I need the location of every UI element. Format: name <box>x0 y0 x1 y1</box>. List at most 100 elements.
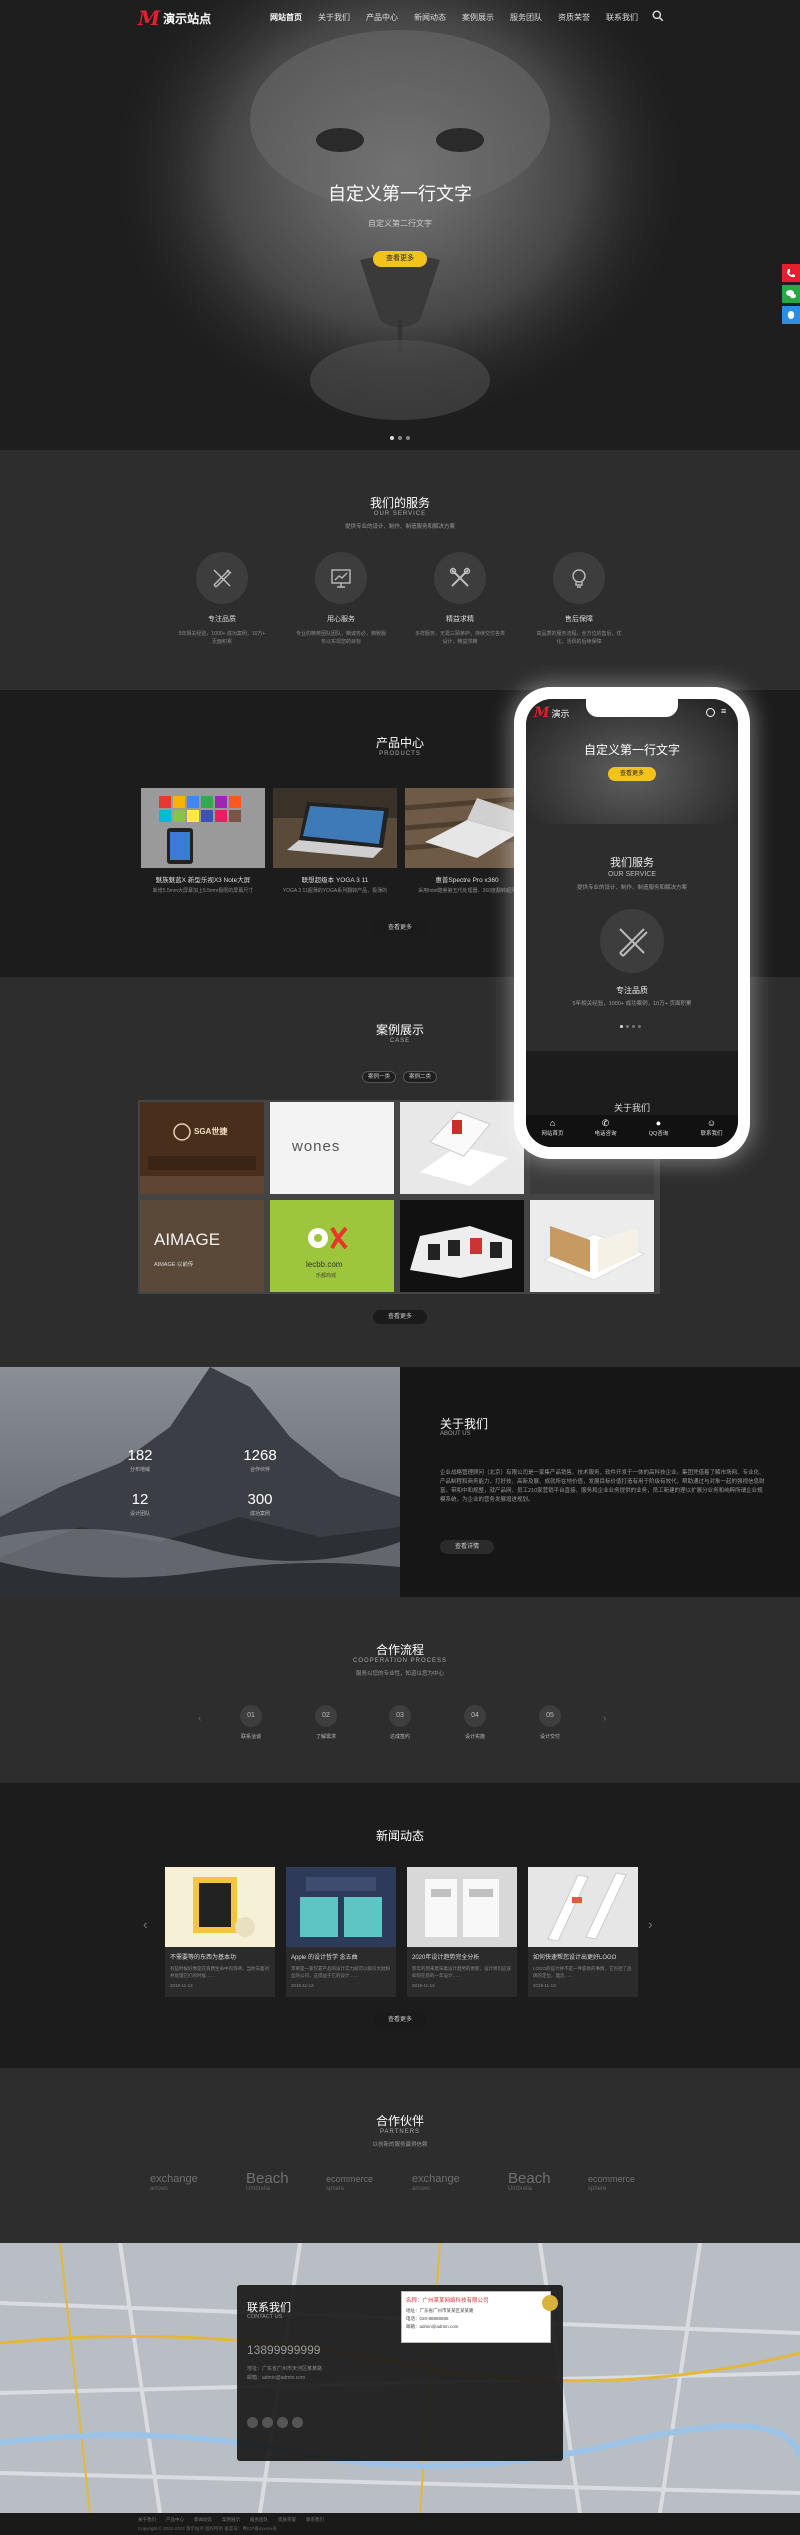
news-image <box>286 1867 396 1947</box>
footer-link[interactable]: 新闻动态 <box>194 2517 212 2523</box>
case-item-print[interactable] <box>400 1102 524 1194</box>
hero-more-button[interactable]: 查看更多 <box>373 251 427 267</box>
map-marker-icon[interactable] <box>542 2295 558 2311</box>
news-section: 新闻动态 ‹ › 不需要等的东西为基本功 有些时候好像是在浪费生命中的等待，当你去… <box>0 1783 800 2068</box>
footer-link[interactable]: 产品中心 <box>166 2517 184 2523</box>
social-icon[interactable] <box>262 2417 273 2428</box>
chevron-left-icon[interactable]: ‹ <box>143 1916 148 1932</box>
nav-item-news[interactable]: 新闻动态 <box>414 12 446 23</box>
news-card[interactable]: 2020年设计趋势完全分析 新年的到来意味着设计趋势的更新，设计师们应该如何在新的… <box>407 1867 517 1997</box>
social-icon[interactable] <box>277 2417 288 2428</box>
slider-dots[interactable] <box>390 436 410 440</box>
slider-dot[interactable] <box>620 1025 623 1028</box>
social-icon[interactable] <box>292 2417 303 2428</box>
float-phone-button[interactable] <box>782 264 800 282</box>
product-card[interactable]: 联想超级本 YOGA 3 11 YOGA 3 11超薄的YOGA系列翻转产品，极… <box>273 788 397 894</box>
nav-item-cases[interactable]: 案例展示 <box>462 12 494 23</box>
cases-more-button[interactable]: 查看更多 <box>373 1310 427 1324</box>
mobile-service-name: 专注品质 <box>616 986 648 995</box>
partner-logo[interactable]: Beach Umbrella <box>508 2171 551 2194</box>
mobile-slider-dots[interactable] <box>620 1025 641 1028</box>
tab-contact[interactable]: ☺ 联系我们 <box>685 1115 738 1147</box>
case-item-sga[interactable]: SGA世捷 <box>140 1102 264 1194</box>
mobile-menu-icon[interactable]: ≡ <box>721 707 726 716</box>
products-more-button[interactable]: 查看更多 <box>373 921 427 935</box>
site-footer: 关于我们 产品中心 新闻动态 案例展示 服务团队 资质荣誉 联系我们 Copyr… <box>0 2513 800 2535</box>
service-item[interactable]: 售后保障 高品质的服务流程，全方位的售后，优化，活跃的后续保障 <box>534 552 624 646</box>
service-desc: 5年相关经验，1000+ 成功案例，10万+ 页面积累 <box>178 631 266 645</box>
nav-item-contact[interactable]: 联系我们 <box>606 12 638 23</box>
about-more-button[interactable]: 查看详情 <box>440 1540 494 1554</box>
mobile-logo[interactable]: M 演示 <box>534 705 570 721</box>
mobile-service-circle <box>600 909 664 973</box>
service-item[interactable]: 专注品质 5年相关经验，1000+ 成功案例，10万+ 页面积累 <box>177 552 267 646</box>
footer-link[interactable]: 关于我们 <box>138 2517 156 2523</box>
step-number: 03 <box>389 1705 411 1727</box>
slider-dot[interactable] <box>638 1025 641 1028</box>
nav-item-about[interactable]: 关于我们 <box>318 12 350 23</box>
footer-link[interactable]: 服务团队 <box>250 2517 268 2523</box>
chevron-right-icon[interactable]: › <box>648 1916 653 1932</box>
partner-logo[interactable]: ecommerce sphere <box>326 2174 373 2194</box>
nav-item-honor[interactable]: 资质荣誉 <box>558 12 590 23</box>
news-image <box>407 1867 517 1947</box>
product-name: 联想超级本 YOGA 3 11 <box>301 877 369 884</box>
stat-item: 300 成功案例 <box>220 1491 300 1517</box>
partner-logo[interactable]: ecommerce sphere <box>588 2174 635 2194</box>
site-logo[interactable]: M 演示站点 <box>138 8 211 28</box>
case-tab-2[interactable]: 案例二类 <box>403 1071 437 1083</box>
nav-item-products[interactable]: 产品中心 <box>366 12 398 23</box>
slider-dot[interactable] <box>632 1025 635 1028</box>
float-wechat-button[interactable] <box>782 285 800 303</box>
tab-home[interactable]: ⌂ 网站首页 <box>526 1115 579 1147</box>
news-more-button[interactable]: 查看更多 <box>373 2013 427 2027</box>
slider-dot[interactable] <box>390 436 394 440</box>
partner-logo[interactable]: Beach Umbrella <box>246 2171 289 2194</box>
footer-link[interactable]: 资质荣誉 <box>278 2517 296 2523</box>
partners-section: 合作伙伴 PARTNERS 以创新的服务赢得信赖 exchange arrows … <box>0 2068 800 2243</box>
nav-item-team[interactable]: 服务团队 <box>510 12 542 23</box>
case-item-wones[interactable]: wones <box>270 1102 394 1194</box>
case-item-booth[interactable] <box>400 1200 524 1292</box>
step-label: 设计交付 <box>539 1734 560 1740</box>
case-tab-1[interactable]: 案例一类 <box>362 1071 396 1083</box>
service-desc: 多样服务，无需三顾茅庐，持续交付各类设计，精益求精 <box>415 631 506 645</box>
chevron-right-icon[interactable]: › <box>603 1713 606 1724</box>
services-desc: 提供专业的设计、制作、制造服务和解决方案 <box>344 524 455 530</box>
news-title: 不需要等的东西为基本功 <box>170 1955 237 1961</box>
mobile-hero-button[interactable]: 查看更多 <box>608 767 656 781</box>
services-subtitle-en: OUR SERVICE <box>373 511 427 517</box>
case-item-lecbb[interactable]: lecbb.com 乐都商城 <box>270 1200 394 1292</box>
footer-link[interactable]: 案例展示 <box>222 2517 240 2523</box>
contact-subtitle-en: CONTACT US <box>247 2314 283 2320</box>
footer-link[interactable]: 联系我们 <box>306 2517 324 2523</box>
mobile-search-icon[interactable] <box>706 708 715 717</box>
process-desc: 服务以您的专业性，知道以您为中心 <box>355 1671 444 1677</box>
nav-item-home[interactable]: 网站首页 <box>270 12 302 23</box>
news-card[interactable]: 如何快速帮您设计出更好LOGO LOGO的设计并不是一件容易的事情，它包括了品牌的… <box>528 1867 638 1997</box>
tab-phone[interactable]: ✆ 电话咨询 <box>579 1115 632 1147</box>
float-qq-button[interactable] <box>782 306 800 324</box>
product-card[interactable]: 惠普Spectre Pro x360 采用Intel酷睿第五代处理器，360度翻… <box>405 788 529 894</box>
news-card[interactable]: Apple 的设计哲学 念五曲 苹果是一家仅靠产品的设计实力就可以吸引大批粉丝的公… <box>286 1867 396 1997</box>
chevron-left-icon[interactable]: ‹ <box>198 1713 201 1724</box>
search-icon[interactable] <box>652 10 664 22</box>
news-card[interactable]: 不需要等的东西为基本功 有些时候好像是在浪费生命中的等待，当你去面对并处理它们的时… <box>165 1867 275 1997</box>
partner-logo[interactable]: exchange arrows <box>412 2174 460 2194</box>
service-item[interactable]: 用心服务 专业的精英团队团队，精诚务必，精致服务以实现您的目标 <box>296 552 386 646</box>
slider-dot[interactable] <box>406 436 410 440</box>
partner-logo[interactable]: exchange arrows <box>150 2174 198 2194</box>
tab-qq[interactable]: ● QQ咨询 <box>632 1115 685 1147</box>
service-item[interactable]: 精益求精 多样服务，无需三顾茅庐，持续交付各类设计，精益求精 <box>415 552 505 646</box>
social-icon[interactable] <box>247 2417 258 2428</box>
case-item-aimage[interactable]: AIMAGE AIMAGE 以前传 <box>140 1200 264 1292</box>
case-sublabel: 乐都商城 <box>316 1273 337 1279</box>
slider-dot[interactable] <box>626 1025 629 1028</box>
slider-dot[interactable] <box>398 436 402 440</box>
partners-desc: 以创新的服务赢得信赖 <box>372 2142 428 2148</box>
stat-item: 182 分布地域 <box>100 1447 180 1473</box>
product-card[interactable]: 魅族魅蓝X 新型乐视X3 Note大屏 新增5.5mm大屏幕加上5.5mm极限的… <box>141 788 265 894</box>
hero-subtitle: 自定义第二行文字 <box>368 219 432 228</box>
logo-mark: M <box>534 705 550 721</box>
case-item-book[interactable] <box>530 1200 654 1292</box>
